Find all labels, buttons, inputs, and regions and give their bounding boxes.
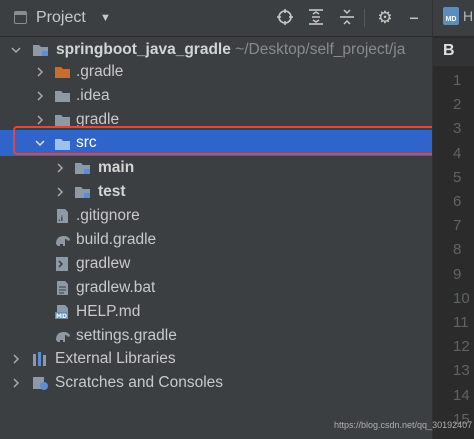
tree-item-label: gradlew xyxy=(76,255,131,272)
module-folder-icon xyxy=(74,184,91,200)
tree-item-settings-gradle[interactable]: settings.gradle xyxy=(0,324,432,348)
line-number: 12 xyxy=(453,338,470,356)
highlight-annotation-box xyxy=(13,126,435,155)
tree-item-label: settings.gradle xyxy=(76,327,177,344)
tree-item-label: build.gradle xyxy=(76,231,157,248)
module-folder-icon xyxy=(74,160,91,176)
tree-item-label: main xyxy=(98,159,135,176)
editor-tab[interactable]: MD H xyxy=(433,0,474,36)
line-number: 1 xyxy=(453,72,462,89)
header-divider xyxy=(364,9,365,27)
line-number: 6 xyxy=(453,193,462,210)
chevron-right-icon[interactable] xyxy=(10,371,22,395)
chevron-down-icon[interactable] xyxy=(10,38,22,62)
editor-area: MD H B 1 2 3 4 5 6 7 8 9 10 11 12 13 14 15 xyxy=(432,0,474,439)
line-number: 3 xyxy=(453,120,462,138)
gradle-elephant-icon xyxy=(54,328,71,344)
line-number: 7 xyxy=(453,217,462,235)
line-number: 8 xyxy=(453,241,462,259)
line-number: 4 xyxy=(453,144,462,162)
svg-text:MD: MD xyxy=(56,313,67,320)
tree-item-gitignore[interactable]: .i .gitignore xyxy=(0,204,432,228)
line-number: 10 xyxy=(453,289,470,307)
watermark: https://blog.csdn.net/qq_30192407 xyxy=(334,420,473,430)
line-number: 2 xyxy=(453,96,462,114)
chevron-right-icon[interactable] xyxy=(34,84,46,108)
text-file-icon xyxy=(54,280,71,296)
collapse-all-icon[interactable] xyxy=(337,8,357,28)
tree-item-label: .gradle xyxy=(76,63,124,80)
libraries-icon xyxy=(32,351,49,367)
tree-item-test[interactable]: test xyxy=(0,180,432,204)
project-path: ~/Desktop/self_project/ja xyxy=(230,41,406,58)
tree-item-gradlew[interactable]: gradlew xyxy=(0,252,432,276)
line-number: 5 xyxy=(453,168,462,186)
folder-orange-icon xyxy=(54,64,71,80)
svg-text:.i: .i xyxy=(58,215,63,223)
tree-item-scratches[interactable]: Scratches and Consoles xyxy=(0,371,432,395)
markdown-toolbar: B xyxy=(433,38,474,66)
tree-item-label: .idea xyxy=(76,87,110,104)
tree-item-gradlew-bat[interactable]: gradlew.bat xyxy=(0,276,432,300)
editor-tab-label: H xyxy=(463,8,474,24)
markdown-file-icon: MD xyxy=(443,7,459,25)
tree-root[interactable]: springboot_java_gradle ~/Desktop/self_pr… xyxy=(0,38,432,62)
tree-item-label: gradlew.bat xyxy=(76,279,156,296)
chevron-right-icon[interactable] xyxy=(10,347,22,371)
tree-item-label: .gitignore xyxy=(76,207,140,224)
tree-item-gradle-dir[interactable]: .gradle xyxy=(0,60,432,84)
tree-item-external-libraries[interactable]: External Libraries xyxy=(0,347,432,371)
chevron-down-icon[interactable]: ▼ xyxy=(100,12,111,24)
chevron-right-icon[interactable] xyxy=(54,156,66,180)
folder-icon xyxy=(54,88,71,104)
line-number: 9 xyxy=(453,265,462,283)
expand-all-icon[interactable] xyxy=(306,8,326,28)
project-view-title[interactable]: Project xyxy=(36,9,86,27)
tree-item-label: Scratches and Consoles xyxy=(55,374,224,391)
line-number: 11 xyxy=(453,314,469,331)
tree-item-label: External Libraries xyxy=(55,350,176,367)
markdown-file-icon: MD xyxy=(54,304,71,320)
tree-item-help-md[interactable]: MD HELP.md xyxy=(0,300,432,324)
line-number: 13 xyxy=(453,362,470,380)
tree-item-idea[interactable]: .idea xyxy=(0,84,432,108)
minimize-icon[interactable]: – xyxy=(404,7,424,28)
project-window-icon xyxy=(14,11,27,24)
bold-button[interactable]: B xyxy=(443,42,463,62)
terminal-file-icon xyxy=(54,256,71,272)
gear-icon[interactable]: ⚙ xyxy=(375,8,395,28)
tree-item-main[interactable]: main xyxy=(0,156,432,180)
chevron-right-icon[interactable] xyxy=(34,60,46,84)
locate-icon[interactable] xyxy=(275,8,295,28)
chevron-right-icon[interactable] xyxy=(54,180,66,204)
gradle-elephant-icon xyxy=(54,232,71,248)
project-header: Project ▼ ⚙ – xyxy=(0,0,432,37)
tree-item-label: test xyxy=(98,183,126,200)
tree-item-label: HELP.md xyxy=(76,303,141,320)
project-name: springboot_java_gradle xyxy=(56,41,231,58)
module-folder-icon xyxy=(32,42,49,58)
project-tool-window: Project ▼ ⚙ – springboot_java_gradle ~/D… xyxy=(0,0,435,439)
scratches-icon xyxy=(32,375,49,391)
line-number: 14 xyxy=(453,386,470,404)
gitignore-file-icon: .i xyxy=(54,208,71,224)
tree-item-build-gradle[interactable]: build.gradle xyxy=(0,228,432,252)
